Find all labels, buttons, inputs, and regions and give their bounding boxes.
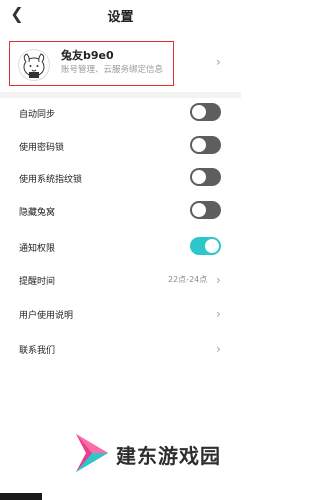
toggle-knob [192,170,206,184]
avatar [18,49,50,81]
toggle-knob [192,105,206,119]
toggle-knob [192,138,206,152]
setting-label: 自动同步 [19,110,56,120]
setting-label: 隐藏兔窝 [19,208,56,218]
setting-fingerprint-lock: 使用系统指纹锁 [0,166,241,194]
chevron-right-icon: › [216,342,221,356]
profile-card[interactable]: 兔友b9e0 账号管理、云服务绑定信息 [9,41,174,86]
toggle-knob [192,203,206,217]
watermark-logo-icon [76,434,108,472]
setting-contact-us[interactable]: 联系我们 › [0,337,241,365]
header-bar: ❮ 设置 [0,0,241,30]
setting-hide-nest: 隐藏兔窝 [0,199,241,227]
setting-label: 使用系统指纹锁 [19,175,83,185]
toggle-knob [205,239,219,253]
setting-label: 联系我们 [19,346,56,356]
setting-user-guide[interactable]: 用户使用说明 › [0,302,241,330]
watermark-text: 建东游戏园 [116,444,221,468]
section-divider [0,92,241,98]
page-title: 设置 [107,10,134,25]
watermark: 建东游戏园 [72,430,242,476]
reminder-time-value: 22点-24点 [168,275,208,284]
hide-nest-toggle[interactable] [190,201,221,219]
profile-name: 兔友b9e0 [61,49,114,62]
auto-sync-toggle[interactable] [190,103,221,121]
fingerprint-lock-toggle[interactable] [190,168,221,186]
notification-permission-toggle[interactable] [190,237,221,255]
profile-description: 账号管理、云服务绑定信息 [61,65,164,75]
setting-label: 使用密码锁 [19,143,65,153]
chevron-right-icon: › [216,307,221,321]
bottom-bar [0,493,42,500]
setting-reminder-time[interactable]: 提醒时间 22点-24点 › [0,268,241,296]
setting-label: 通知权限 [19,244,56,254]
chevron-right-icon: › [216,273,221,287]
setting-notification-permission: 通知权限 [0,235,241,263]
rabbit-avatar-icon [23,53,45,78]
setting-label: 提醒时间 [19,277,56,287]
setting-label: 用户使用说明 [19,311,74,321]
password-lock-toggle[interactable] [190,136,221,154]
setting-password-lock: 使用密码锁 [0,134,241,162]
setting-auto-sync: 自动同步 [0,101,241,129]
chevron-right-icon: › [216,55,221,69]
